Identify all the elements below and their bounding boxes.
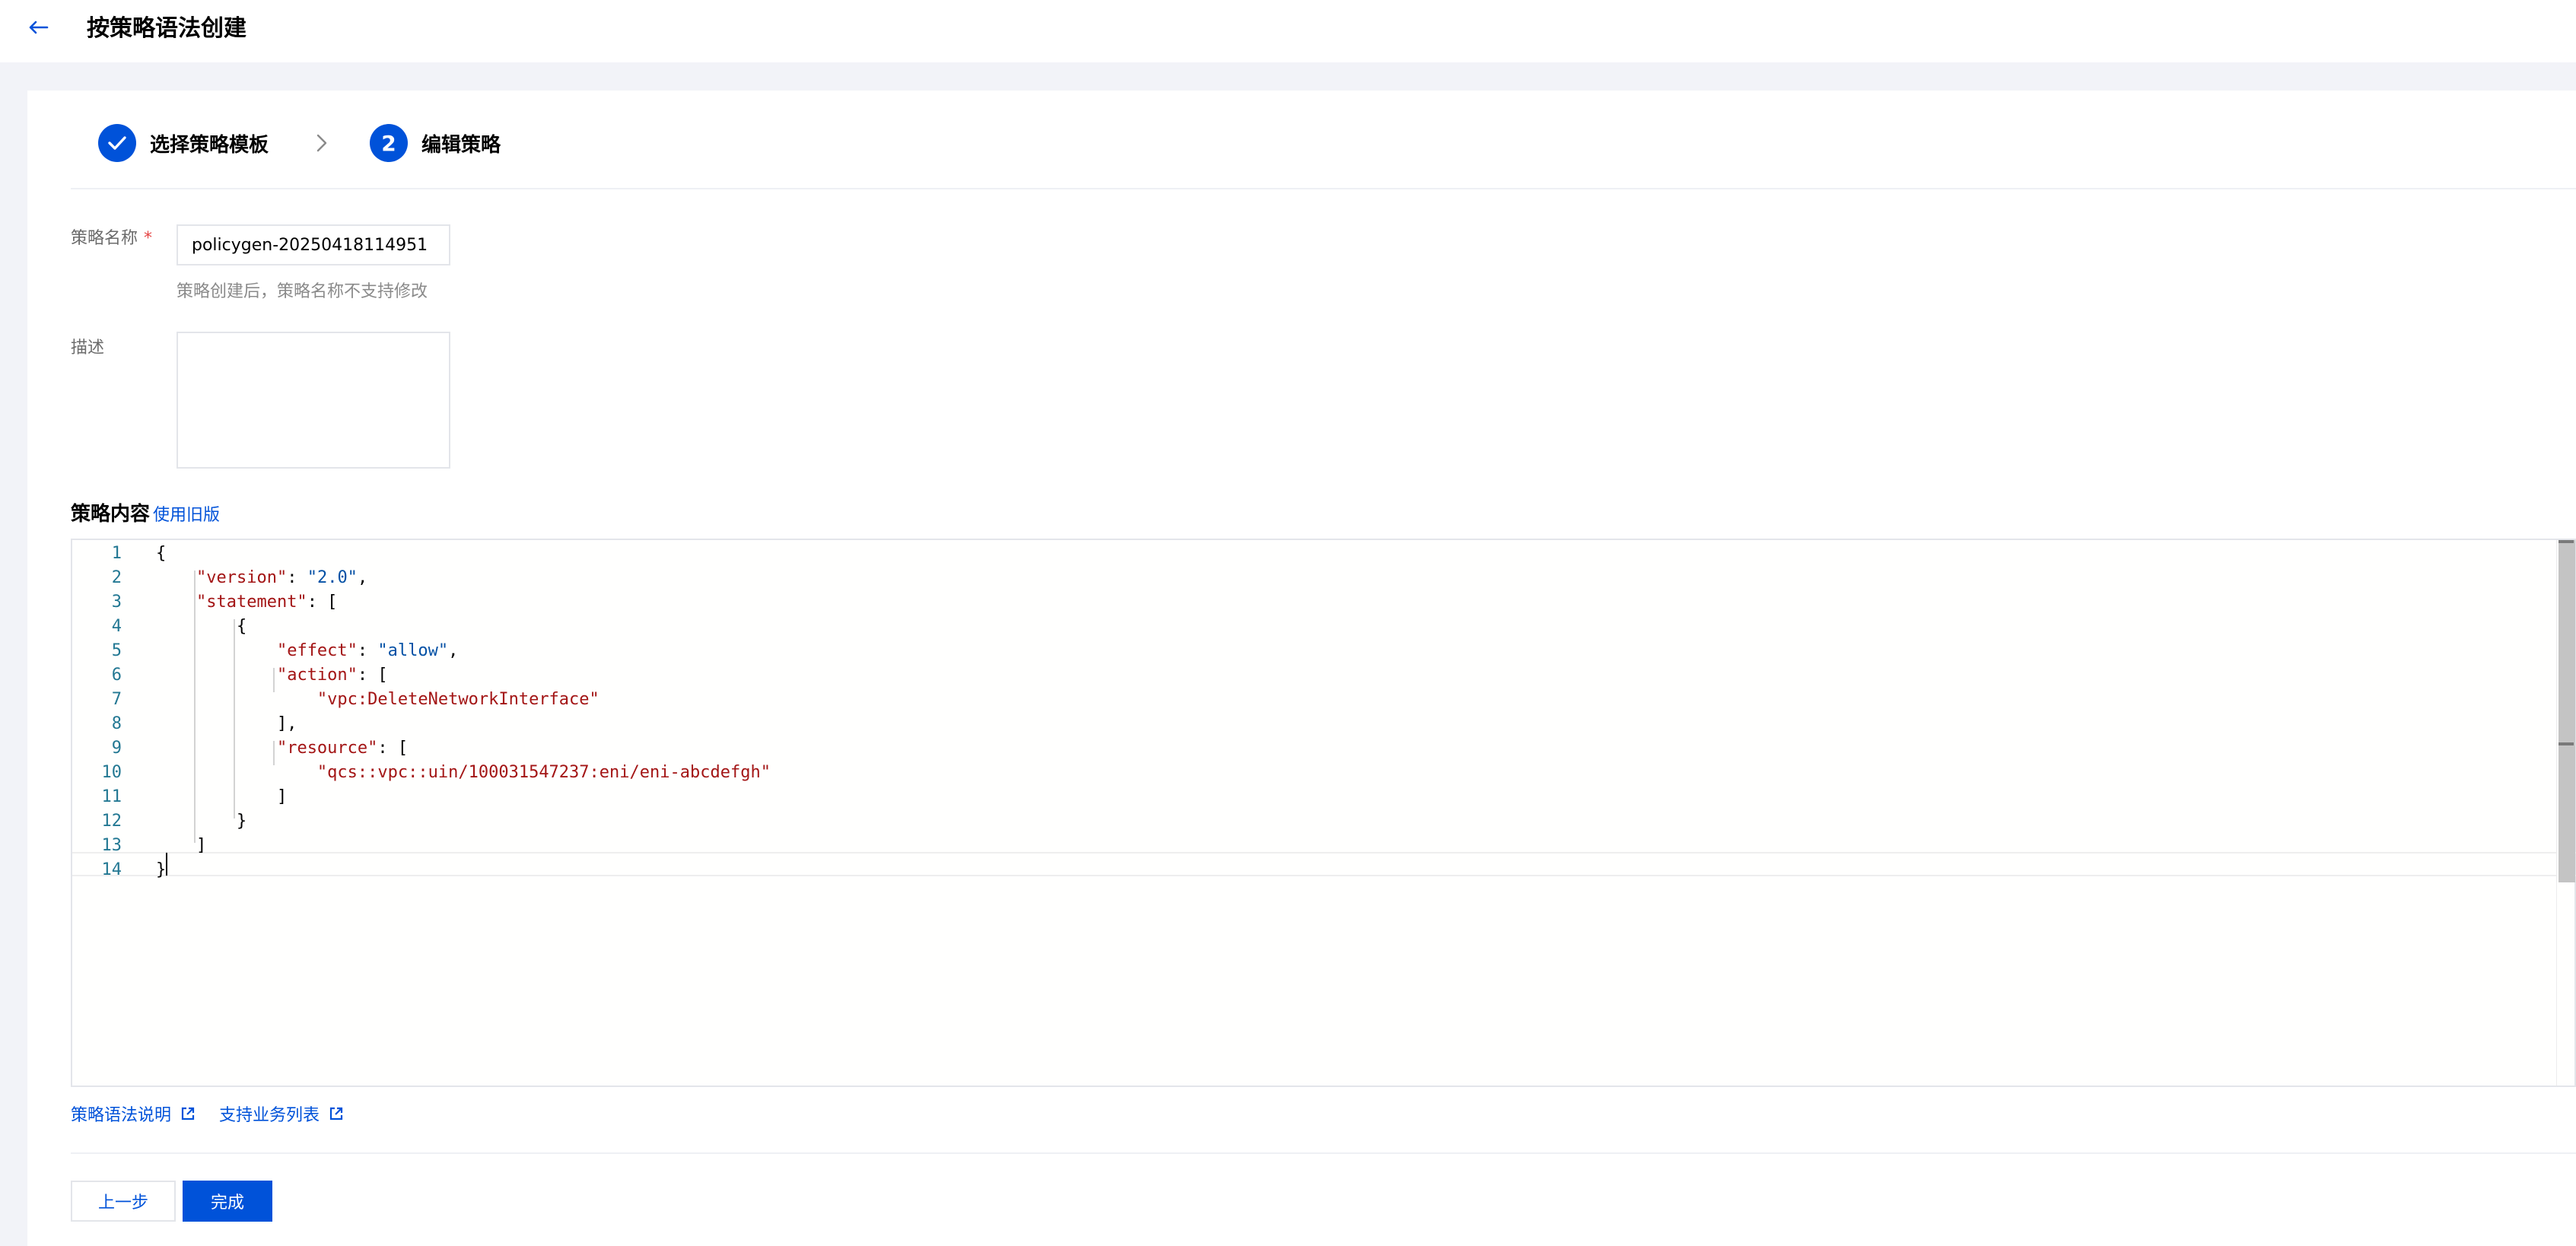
step-select-template[interactable]: 选择策略模板 [98, 122, 269, 164]
line-number: 5 [111, 641, 122, 660]
description-textarea[interactable] [177, 332, 450, 469]
indent-guide [273, 668, 275, 692]
required-mark: * [144, 229, 153, 248]
line-number: 4 [111, 617, 122, 636]
code-line[interactable]: "vpc:DeleteNetworkInterface" [156, 688, 599, 712]
code-line[interactable]: ] [156, 785, 287, 809]
step-label-1: 选择策略模板 [150, 133, 269, 157]
footer-divider [71, 1152, 2576, 1154]
line-number-gutter: 1 2 3 4 5 6 7 8 9 10 11 12 13 14 [72, 540, 156, 1085]
policy-name-label: 策略名称 * [71, 229, 153, 248]
code-line[interactable]: } [156, 858, 166, 882]
active-line-highlight [72, 852, 2576, 876]
code-line[interactable]: "action": [ [156, 663, 388, 688]
line-number: 1 [111, 544, 122, 563]
indent-guide [194, 571, 196, 843]
steps-divider [71, 188, 2576, 189]
back-button[interactable] [21, 14, 55, 41]
text-cursor [166, 853, 167, 876]
use-old-version-link[interactable]: 使用旧版 [153, 501, 220, 526]
line-number: 14 [101, 860, 122, 879]
check-icon [108, 136, 126, 150]
code-line[interactable]: "qcs::vpc::uin/100031547237:eni/eni-abcd… [156, 761, 771, 785]
main-card: 选择策略模板 2 编辑策略 策略名称 * policygen-2025041811… [27, 91, 2576, 1246]
policy-content-title: 策略内容 [71, 503, 151, 526]
code-line[interactable]: { [156, 542, 166, 566]
step-number-circle: 2 [370, 124, 408, 162]
code-line[interactable]: "version": "2.0", [156, 566, 367, 590]
prev-step-button[interactable]: 上一步 [71, 1181, 176, 1222]
editor-scrollbar[interactable] [2556, 540, 2575, 1085]
line-number: 13 [101, 836, 122, 855]
line-number: 3 [111, 593, 122, 612]
scrollbar-marker [2559, 540, 2574, 543]
line-number: 10 [101, 763, 122, 782]
policy-name-help: 策略创建后，策略名称不支持修改 [177, 282, 428, 301]
step-done-circle [98, 124, 136, 162]
line-number: 12 [101, 812, 122, 831]
supported-services-link[interactable]: 支持业务列表 [219, 1101, 344, 1126]
steps-indicator: 选择策略模板 2 编辑策略 [71, 122, 2505, 164]
code-line[interactable]: "statement": [ [156, 590, 337, 615]
page-title: 按策略语法创建 [87, 15, 246, 42]
scrollbar-marker [2559, 742, 2574, 745]
top-bar: 按策略语法创建 [0, 0, 2576, 62]
syntax-doc-link[interactable]: 策略语法说明 [71, 1101, 196, 1126]
step-label-2: 编辑策略 [421, 133, 501, 157]
finish-button[interactable]: 完成 [183, 1181, 272, 1222]
description-label: 描述 [71, 339, 105, 358]
code-line[interactable]: ] [156, 834, 206, 858]
arrow-left-icon [29, 21, 49, 34]
line-number: 7 [111, 690, 122, 709]
code-line[interactable]: "effect": "allow", [156, 639, 458, 663]
line-number: 11 [101, 787, 122, 806]
external-link-icon [181, 1107, 195, 1120]
code-line[interactable]: ], [156, 712, 297, 736]
indent-guide [273, 741, 275, 765]
policy-name-input[interactable]: policygen-20250418114951 [177, 224, 450, 265]
line-number: 8 [111, 714, 122, 733]
line-number: 9 [111, 739, 122, 758]
line-number: 6 [111, 666, 122, 685]
line-number: 2 [111, 568, 122, 587]
policy-code-editor[interactable]: 1 2 3 4 5 6 7 8 9 10 11 12 13 14 { "version": "2.0", … [71, 539, 2576, 1087]
indent-guide [234, 619, 235, 818]
step-edit-policy: 2 编辑策略 [370, 122, 501, 164]
external-link-icon [329, 1107, 343, 1120]
scrollbar-thumb[interactable] [2559, 540, 2575, 882]
chevron-right-icon [316, 134, 327, 152]
